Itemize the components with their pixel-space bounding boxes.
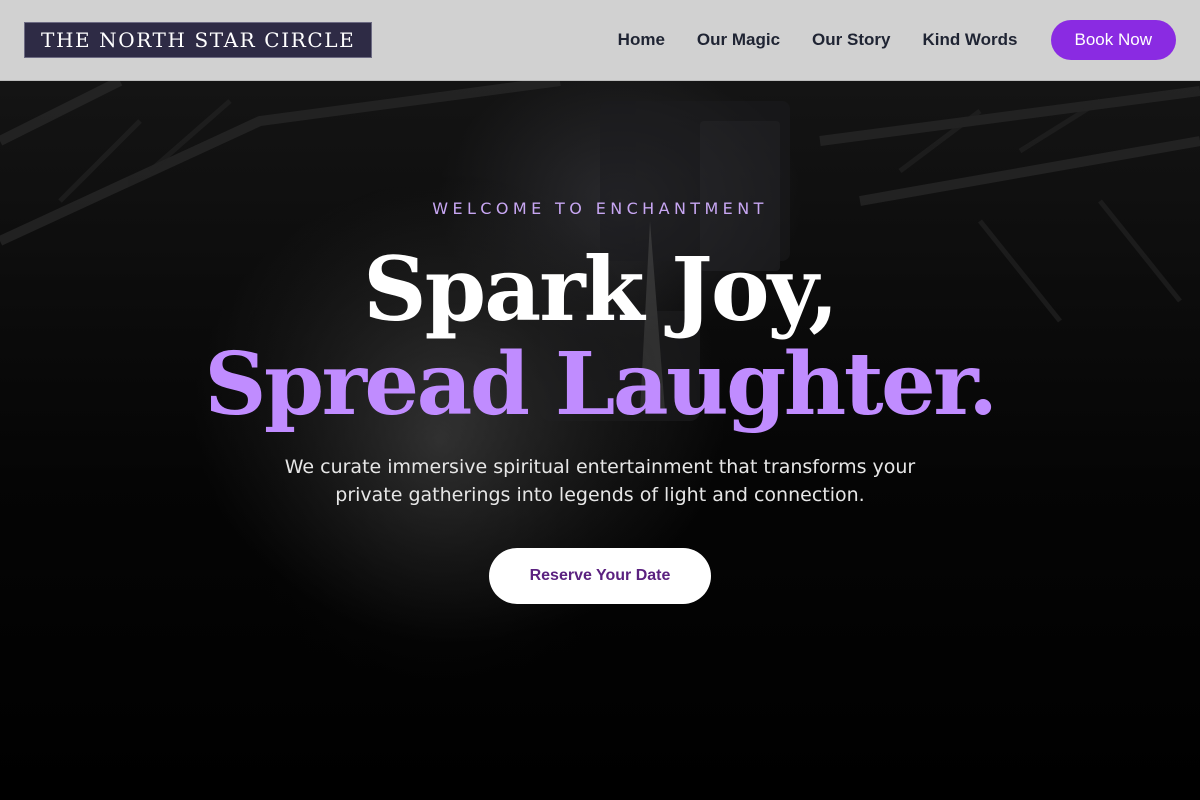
hero-headline-line-2: Spread Laughter. [204, 334, 998, 435]
main-nav: Home Our Magic Our Story Kind Words Book… [618, 20, 1176, 60]
nav-link-our-story[interactable]: Our Story [812, 30, 890, 50]
site-header: THE NORTH STAR CIRCLE Home Our Magic Our… [0, 0, 1200, 81]
nav-link-home[interactable]: Home [618, 30, 665, 50]
hero-background-image [0, 81, 1200, 721]
logo[interactable]: THE NORTH STAR CIRCLE [24, 22, 373, 58]
book-now-button[interactable]: Book Now [1050, 20, 1176, 60]
logo-text: THE NORTH STAR CIRCLE [41, 28, 356, 52]
hero-section: WELCOME TO ENCHANTMENT Spark Joy, Spread… [0, 81, 1200, 800]
hero-eyebrow: WELCOME TO ENCHANTMENT [432, 199, 768, 218]
nav-link-kind-words[interactable]: Kind Words [922, 30, 1017, 50]
reserve-date-button[interactable]: Reserve Your Date [489, 548, 711, 604]
hero-headline-line-1: Spark Joy, [363, 237, 839, 341]
page: THE NORTH STAR CIRCLE Home Our Magic Our… [0, 0, 1200, 800]
nav-link-our-magic[interactable]: Our Magic [697, 30, 780, 50]
hero-subtitle: We curate immersive spiritual entertainm… [284, 456, 916, 506]
